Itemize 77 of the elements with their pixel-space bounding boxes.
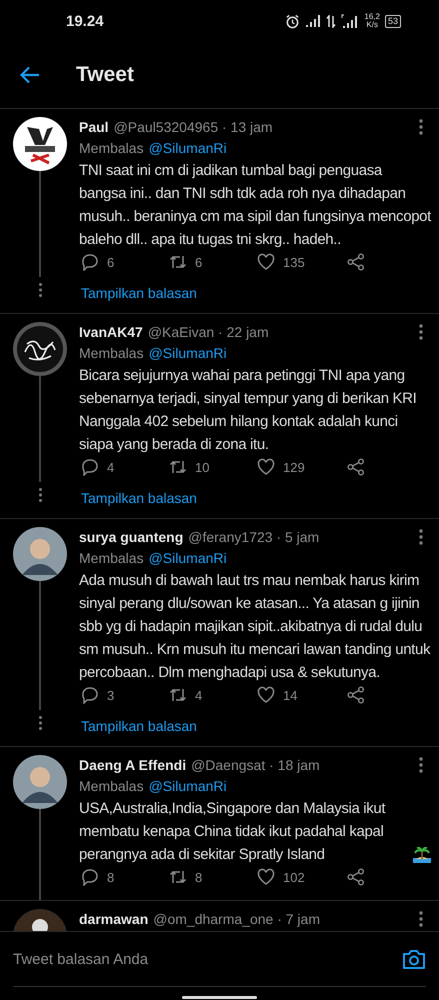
tweet-meta: @KaEivan · 22 jam (148, 324, 270, 340)
thread-dots-icon (38, 488, 42, 502)
retweet-icon[interactable] (169, 458, 187, 476)
network-speed: 16,2 (364, 13, 380, 21)
status-time: 19.24 (66, 12, 104, 30)
signal-4g-icon (341, 14, 360, 28)
show-replies-link[interactable]: Tampilkan balasan (81, 285, 197, 301)
like-count: 129 (283, 460, 305, 474)
mention-link[interactable]: @SilumanRi (148, 550, 227, 566)
reply-label: Membalas (79, 778, 144, 794)
more-options-icon[interactable] (419, 529, 423, 545)
battery-level: 53 (384, 14, 401, 28)
tweet-text: TNI saat ini cm di jadikan tumbal bagi penguasa bangsa ini.. dan TNI sdh tdk ada roh nya dihadapan musuh.. beraninya cm ma sipil dan fungsinya mencopot baleho dll.. apa itu tugas tni skrg.. hadeh.. (79, 161, 431, 250)
tweet-meta: @Paul53204965 · 13 jam (114, 119, 274, 135)
retweet-count: 10 (195, 460, 210, 474)
share-icon[interactable] (347, 686, 365, 704)
reply-count: 3 (107, 688, 114, 702)
like-count: 14 (283, 688, 298, 702)
retweet-icon[interactable] (169, 253, 187, 271)
thread-dots-icon (38, 716, 42, 730)
reply-label: Membalas (79, 550, 144, 566)
mention-link[interactable]: @SilumanRi (148, 140, 227, 156)
avatar-icon (13, 527, 67, 581)
retweet-count: 4 (195, 688, 202, 702)
data-transfer-icon (326, 14, 336, 28)
reply-icon[interactable] (81, 458, 99, 476)
page-title: Tweet (76, 63, 134, 87)
user-name[interactable]: darmawan (79, 911, 148, 927)
avatar-icon (13, 755, 67, 809)
tweet-meta: @Daengsat · 18 jam (191, 757, 321, 773)
retweet-icon[interactable] (169, 686, 187, 704)
reply-count: 4 (107, 460, 114, 474)
share-icon[interactable] (347, 458, 365, 476)
tweet-text: Bicara sejujurnya wahai para petinggi TNI apa yang sebenarnya terjadi, sinyal tempur yang di berikan KRI Nanggala 402 sebelum hilang kontak adalah kunci siapa yang berada di zona itu. (79, 366, 418, 455)
show-replies-link[interactable]: Tampilkan balasan (81, 718, 197, 734)
tweet-text: USA,Australia,India,Singapore dan Malaysia ikut membatu kenapa China tidak ikut padahal kapal perangnya ada di sekitar Spratly Island (79, 799, 386, 865)
retweet-icon[interactable] (169, 868, 187, 886)
more-options-icon[interactable] (419, 119, 423, 135)
reply-count: 6 (107, 254, 114, 270)
mention-link[interactable]: @SilumanRi (148, 778, 227, 794)
alarm-icon (285, 14, 300, 28)
reply-icon[interactable] (81, 868, 99, 886)
retweet-count: 6 (195, 254, 202, 270)
more-options-icon[interactable] (419, 757, 423, 773)
avatar-icon (13, 322, 67, 376)
reply-icon[interactable] (81, 686, 99, 704)
user-name[interactable]: surya guanteng (79, 529, 184, 545)
like-count: 135 (283, 254, 305, 270)
reply-count: 8 (107, 870, 114, 884)
mention-link[interactable]: @SilumanRi (148, 345, 227, 361)
back-arrow-icon[interactable] (20, 66, 40, 84)
thread-dots-icon (38, 283, 42, 297)
heart-icon[interactable] (257, 868, 275, 886)
camera-icon[interactable] (402, 948, 426, 970)
heart-icon[interactable] (257, 458, 275, 476)
user-name[interactable]: IvanAK47 (79, 324, 143, 340)
tweet-meta: @om_dharma_one · 7 jam (153, 911, 321, 927)
user-name[interactable]: Paul (79, 119, 109, 135)
reply-icon[interactable] (81, 253, 99, 271)
network-speed-unit: K/s (366, 21, 378, 29)
signal-icon (305, 15, 322, 27)
like-count: 102 (283, 870, 305, 884)
tweet-text: Ada musuh di bawah laut trs mau nembak harus kirim sinyal perang dlu/sowan ke atasan... Ya atasan g ijinin sbb yg di hadapin majikan sipit..akibatnya di rudal dulu sm musuh.. Krn musuh itu mencari lawan tanding untuk percobaan.. Dlm menghadapi usa & sekutunya. (79, 571, 431, 683)
user-name[interactable]: Daeng A Effendi (79, 757, 186, 773)
share-icon[interactable] (347, 868, 365, 886)
heart-icon[interactable] (257, 253, 275, 271)
reply-label: Membalas (79, 345, 144, 361)
more-options-icon[interactable] (419, 324, 423, 340)
share-icon[interactable] (347, 253, 365, 271)
show-replies-link[interactable]: Tampilkan balasan (81, 490, 197, 506)
island-icon (413, 847, 431, 863)
reply-input-field[interactable]: Tweet balasan Anda (13, 950, 402, 968)
reply-label: Membalas (79, 140, 144, 156)
heart-icon[interactable] (257, 686, 275, 704)
more-options-icon[interactable] (419, 911, 423, 927)
tweet-meta: @ferany1723 · 5 jam (188, 529, 320, 545)
retweet-count: 8 (195, 870, 202, 884)
